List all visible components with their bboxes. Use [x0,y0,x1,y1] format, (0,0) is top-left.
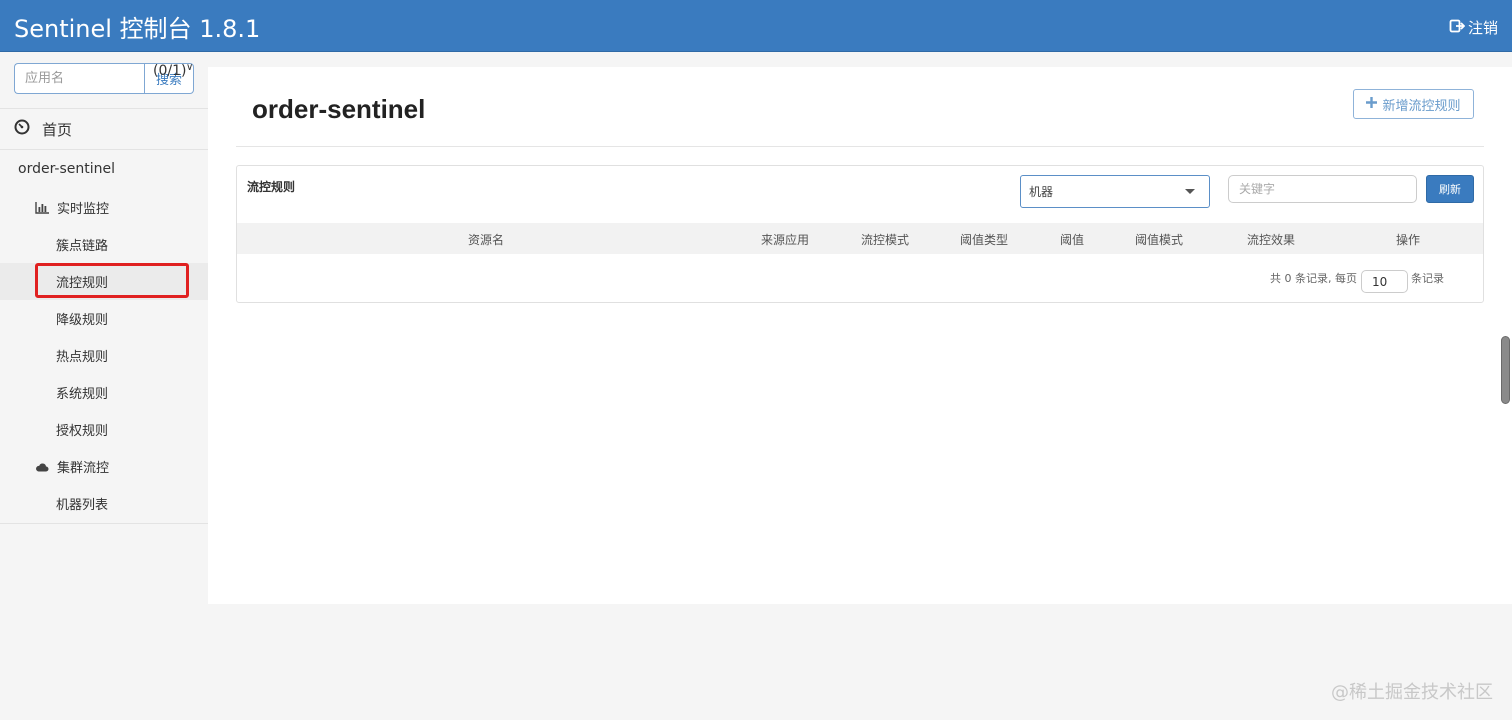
watermark: @稀土掘金技术社区 [1331,682,1493,703]
sidebar-item-label: 流控规则 [56,276,109,291]
sidebar-divider [0,523,208,524]
column-header-flow-mode[interactable]: 流控模式 [861,231,909,248]
app-title[interactable]: Sentinel 控制台 1.8.1 [14,9,260,44]
add-flow-rule-label: 新增流控规则 [1382,98,1461,114]
sidebar-item-label: 簇点链路 [56,239,109,254]
app-machine-count: (0/1) [153,63,187,79]
sidebar-app-order-sentinel[interactable]: order-sentinel [0,150,208,188]
title-divider [236,146,1484,147]
sidebar-item-home[interactable]: 首页 [0,110,208,148]
column-header-flow-effect[interactable]: 流控效果 [1247,231,1295,248]
plus-icon [1366,96,1378,112]
sidebar-item-authority-rules[interactable]: 授权规则 [0,411,208,448]
page-title: order-sentinel [252,94,426,124]
page-size-input[interactable]: 10 [1361,270,1408,293]
app-search-input[interactable] [14,63,144,94]
sidebar-item-realtime-monitor[interactable]: 实时监控 [0,189,208,226]
machine-select-value: 机器 [1029,185,1054,199]
column-header-threshold-mode[interactable]: 阈值模式 [1135,231,1183,248]
sidebar-item-machine-list[interactable]: 机器列表 [0,485,208,522]
pager-suffix-text: 条记录 [1411,272,1444,285]
sidebar-item-label: 降级规则 [56,313,109,328]
sidebar-item-label: 机器列表 [56,498,109,513]
sidebar-item-label: 系统规则 [56,387,109,402]
flow-rules-panel: 流控规则 机器 刷新 资源名 来源应用 流控模式 阈值类型 阈值 阈值模式 流控… [236,165,1484,303]
sidebar-item-cluster-flow[interactable]: 集群流控 [0,448,208,485]
sidebar-item-degrade-rules[interactable]: 降级规则 [0,300,208,337]
sidebar-item-cluster-point-link[interactable]: 簇点链路 [0,226,208,263]
main-content: order-sentinel 新增流控规则 流控规则 机器 刷新 资源名 来源应… [208,67,1512,604]
cloud-icon [35,460,49,474]
sidebar-divider [0,108,208,109]
dashboard-icon [14,119,42,139]
sidebar-item-label: 热点规则 [56,350,109,365]
column-header-threshold-type[interactable]: 阈值类型 [960,231,1008,248]
machine-select[interactable]: 机器 [1020,175,1210,208]
add-flow-rule-button[interactable]: 新增流控规则 [1353,89,1474,119]
sidebar-item-label: 实时监控 [57,202,110,217]
app-name: order-sentinel [18,161,116,177]
pager-total-text: 共 0 条记录, 每页 [1270,272,1357,285]
column-header-resource-name[interactable]: 资源名 [468,231,504,248]
keyword-search-input[interactable] [1228,175,1417,203]
column-header-threshold[interactable]: 阈值 [1060,231,1084,248]
column-header-source-app[interactable]: 来源应用 [761,231,809,248]
sidebar-item-flow-rules[interactable]: 流控规则 [0,263,208,300]
logout-label: 注销 [1467,19,1498,37]
sign-out-icon [1449,18,1466,38]
sidebar: 搜索 首页 order-sentinel (0/1) ∨ 实时监控 簇点链路 流… [0,52,208,720]
caret-down-icon [1185,189,1195,194]
vertical-scrollbar[interactable] [1501,336,1510,404]
sidebar-item-label: 授权规则 [56,424,109,439]
bar-chart-icon [35,201,49,215]
sidebar-item-label: 首页 [42,120,73,139]
column-header-actions[interactable]: 操作 [1396,231,1420,248]
refresh-button[interactable]: 刷新 [1426,175,1474,203]
panel-title: 流控规则 [247,180,296,194]
chevron-down-icon[interactable]: ∨ [186,62,193,73]
top-navbar: Sentinel 控制台 1.8.1 注销 [0,0,1512,52]
sidebar-item-label: 集群流控 [57,461,110,476]
sidebar-item-system-rules[interactable]: 系统规则 [0,374,208,411]
sidebar-item-hotspot-rules[interactable]: 热点规则 [0,337,208,374]
table-header: 资源名 来源应用 流控模式 阈值类型 阈值 阈值模式 流控效果 操作 [237,223,1483,254]
logout-button[interactable]: 注销 [1449,17,1498,38]
